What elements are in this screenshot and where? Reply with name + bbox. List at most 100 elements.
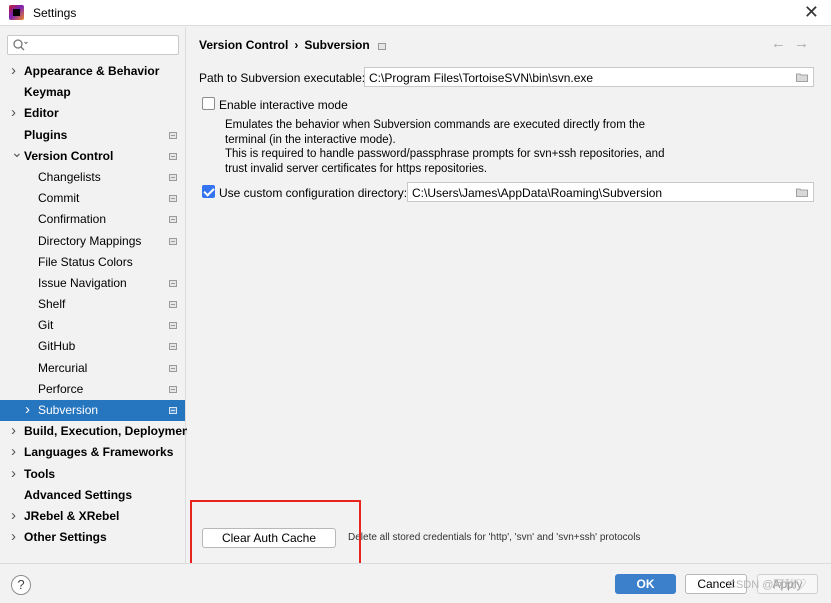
forward-arrow-icon[interactable]: →	[794, 35, 817, 52]
sidebar-item[interactable]: Commit	[0, 188, 185, 209]
intellij-app-icon	[9, 5, 24, 20]
sidebar-item[interactable]: › JRebel & XRebel	[0, 506, 185, 527]
highlight-annotation	[190, 500, 361, 569]
sidebar-item-label: JRebel & XRebel	[24, 508, 120, 523]
sidebar-item[interactable]: Mercurial	[0, 358, 185, 379]
chevron-down-icon[interactable]: ⌄	[11, 142, 23, 163]
sidebar-item[interactable]: › Subversion	[0, 399, 185, 422]
description-line: trust invalid server certificates for ht…	[225, 162, 488, 175]
sidebar-item-label: Confirmation	[38, 212, 107, 227]
chevron-right-icon[interactable]: ›	[11, 441, 21, 462]
sidebar-item-label: File Status Colors	[38, 254, 133, 269]
sidebar-item-label: Other Settings	[24, 530, 107, 545]
custom-config-field[interactable]	[407, 182, 814, 202]
sidebar-item-label: Directory Mappings	[38, 233, 142, 248]
project-level-icon	[377, 43, 386, 50]
ok-button[interactable]: OK	[615, 574, 676, 594]
search-icon	[13, 39, 28, 51]
sidebar-item[interactable]: › Editor	[0, 103, 185, 124]
custom-config-label[interactable]: Use custom configuration directory:	[219, 186, 407, 200]
project-level-icon	[169, 385, 177, 393]
svn-path-input[interactable]	[369, 70, 791, 85]
interactive-mode-description: Emulates the behavior when Subversion co…	[225, 118, 664, 176]
chevron-right-icon[interactable]: ›	[11, 526, 21, 547]
sidebar-item[interactable]: Directory Mappings	[0, 231, 185, 252]
title-bar: Settings ✕	[0, 0, 831, 26]
sidebar-item[interactable]: › Other Settings	[0, 527, 185, 548]
dialog-footer: ? OK Cancel Apply	[0, 563, 831, 603]
sidebar-item-label: Mercurial	[38, 360, 88, 375]
sidebar-item-label: Version Control	[24, 148, 114, 163]
sidebar-item-label: Issue Navigation	[38, 275, 127, 290]
close-icon[interactable]: ✕	[804, 2, 819, 23]
breadcrumb-parent[interactable]: Version Control	[199, 38, 288, 52]
help-icon[interactable]: ?	[11, 575, 31, 595]
breadcrumb-separator: ›	[294, 38, 299, 52]
settings-sidebar: › Appearance & Behavior Keymap › Editor Plugi…	[0, 27, 193, 563]
clear-auth-cache-description: Delete all stored credentials for 'http'…	[348, 532, 641, 543]
breadcrumb: Version Control › Subversion	[199, 38, 386, 52]
sidebar-item-label: Commit	[38, 191, 80, 206]
sidebar-item[interactable]: Changelists	[0, 167, 185, 188]
watermark: CSDN @阿秋♡	[728, 579, 807, 591]
project-level-icon	[169, 216, 177, 224]
custom-config-input[interactable]	[412, 185, 791, 200]
chevron-right-icon[interactable]: ›	[11, 420, 21, 441]
sidebar-item[interactable]: Git	[0, 315, 185, 336]
sidebar-item[interactable]: › Build, Execution, Deployment	[0, 420, 193, 442]
project-level-icon	[169, 131, 177, 139]
project-level-icon	[169, 195, 177, 203]
custom-config-checkbox[interactable]	[202, 185, 215, 198]
sidebar-item-label: Build, Execution, Deployment	[24, 424, 194, 439]
description-line: Emulates the behavior when Subversion co…	[225, 119, 645, 131]
folder-icon[interactable]	[796, 188, 808, 197]
chevron-right-icon[interactable]: ›	[11, 463, 21, 484]
svn-path-label: Path to Subversion executable:	[199, 71, 366, 85]
sidebar-item-label: Git	[38, 318, 54, 333]
project-level-icon	[169, 152, 177, 160]
project-level-icon	[169, 407, 177, 414]
sidebar-item-label: GitHub	[38, 339, 76, 354]
chevron-right-icon[interactable]: ›	[11, 60, 21, 81]
sidebar-item[interactable]: File Status Colors	[0, 252, 185, 273]
project-level-icon	[169, 279, 177, 287]
sidebar-item-label: Editor	[24, 106, 59, 121]
sidebar-item[interactable]: GitHub	[0, 336, 185, 357]
sidebar-item-label: Subversion	[38, 403, 99, 417]
project-level-icon	[169, 237, 177, 245]
settings-content: Version Control › Subversion ←→ Path to Su…	[187, 27, 831, 563]
sidebar-item[interactable]: ⌄ Version Control	[0, 144, 185, 167]
sidebar-item[interactable]: Confirmation	[0, 209, 185, 230]
chevron-right-icon[interactable]: ›	[11, 505, 21, 526]
sidebar-item-label: Shelf	[38, 297, 66, 312]
sidebar-item-label: Tools	[24, 466, 56, 481]
project-level-icon	[169, 301, 177, 309]
sidebar-item[interactable]: Issue Navigation	[0, 273, 185, 294]
search-input[interactable]	[30, 37, 176, 53]
svn-path-field[interactable]	[364, 67, 814, 87]
description-line: terminal (in the interactive mode).	[225, 133, 396, 146]
sidebar-item[interactable]: Perforce	[0, 379, 185, 400]
folder-icon[interactable]	[796, 73, 808, 82]
sidebar-item[interactable]: Advanced Settings	[0, 485, 185, 506]
interactive-mode-checkbox[interactable]	[202, 97, 215, 110]
sidebar-item-label: Plugins	[24, 127, 68, 142]
sidebar-item[interactable]: › Languages & Frameworks	[0, 442, 185, 463]
navigation-arrows: ←→	[771, 35, 817, 52]
sidebar-item[interactable]: › Tools	[0, 464, 185, 485]
sidebar-item-label: Appearance & Behavior	[24, 64, 160, 78]
settings-tree: › Appearance & Behavior Keymap › Editor Plugi…	[0, 61, 193, 548]
project-level-icon	[169, 173, 177, 181]
sidebar-item-label: Languages & Frameworks	[24, 445, 174, 460]
chevron-right-icon[interactable]: ›	[25, 399, 35, 420]
sidebar-item[interactable]: Keymap	[0, 82, 185, 103]
sidebar-item[interactable]: Plugins	[0, 125, 185, 146]
project-level-icon	[169, 322, 177, 330]
search-field[interactable]	[7, 35, 179, 55]
breadcrumb-current: Subversion	[304, 38, 370, 52]
sidebar-item[interactable]: Shelf	[0, 294, 185, 315]
sidebar-item[interactable]: › Appearance & Behavior	[0, 61, 185, 82]
interactive-mode-label[interactable]: Enable interactive mode	[219, 98, 348, 112]
chevron-right-icon[interactable]: ›	[11, 102, 21, 123]
back-arrow-icon[interactable]: ←	[771, 35, 794, 52]
